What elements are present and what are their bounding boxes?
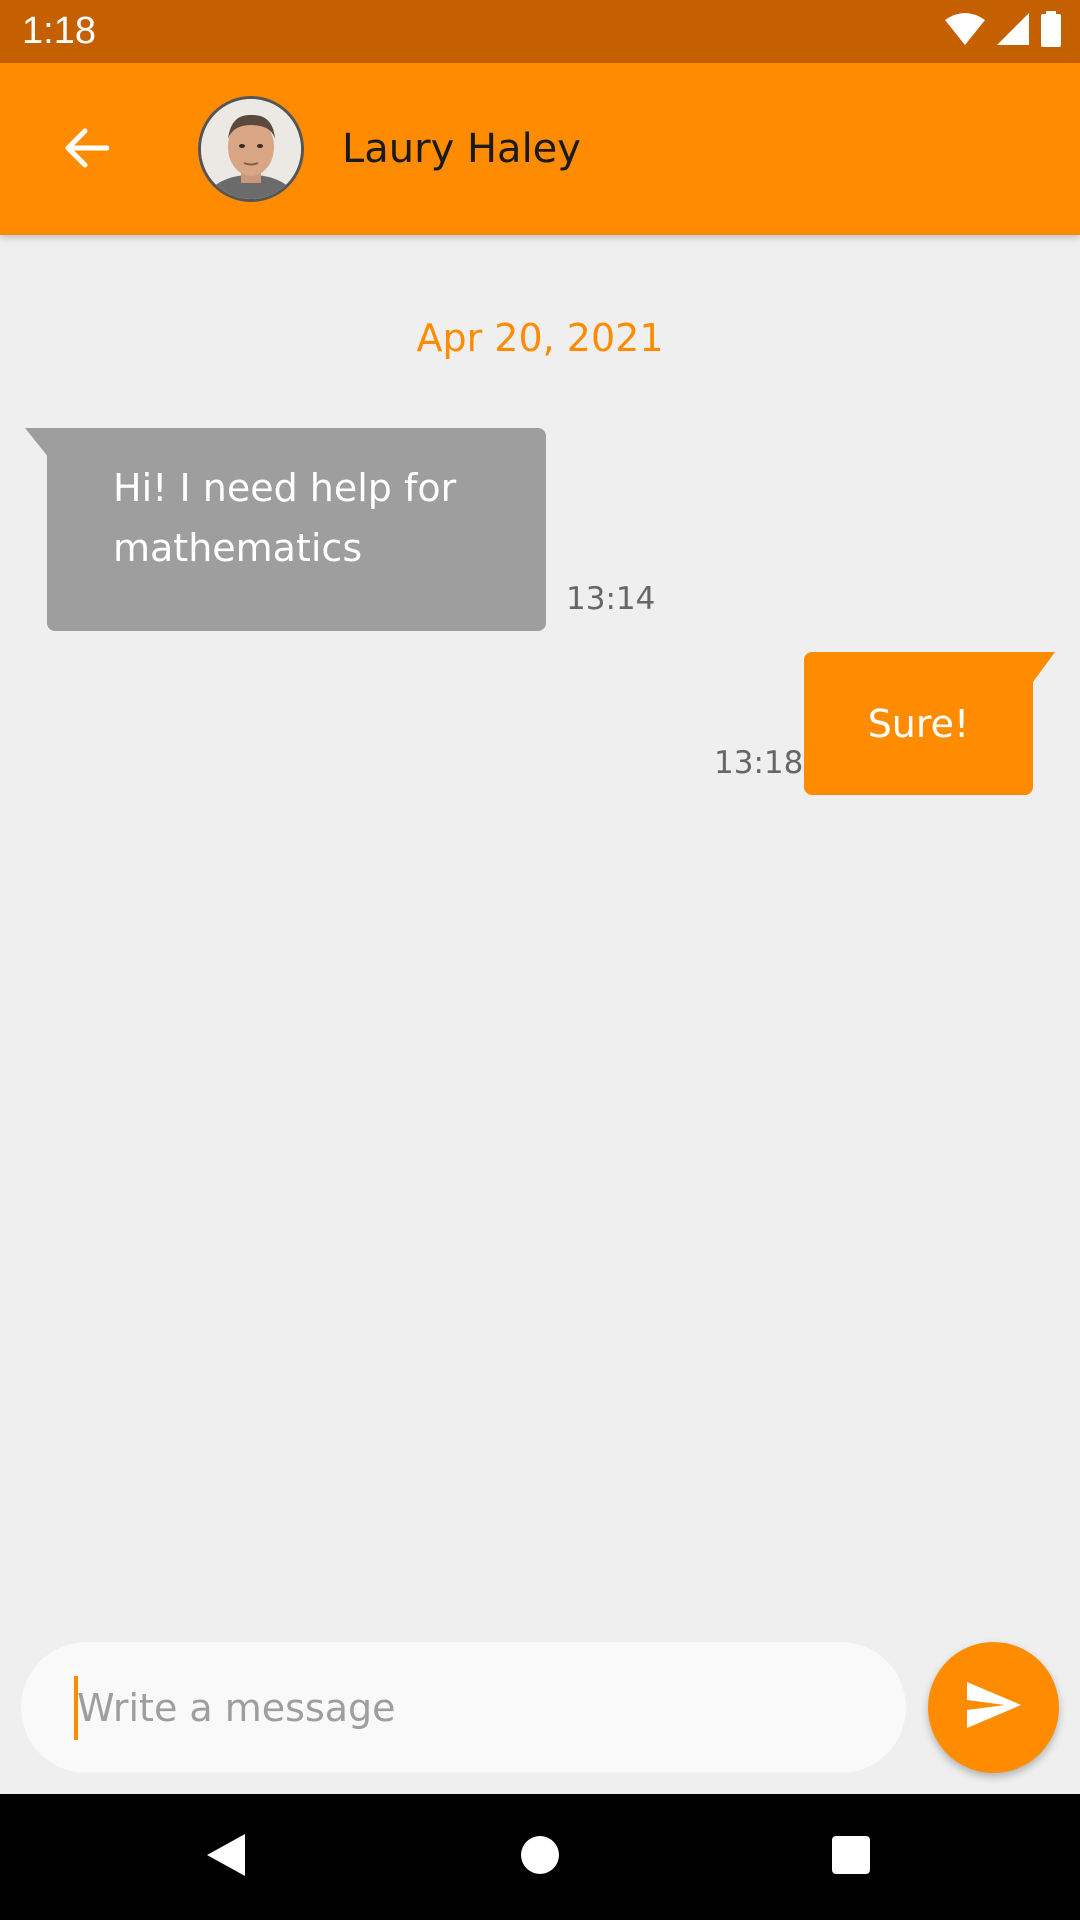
avatar[interactable] xyxy=(198,96,304,202)
signal-icon xyxy=(996,12,1030,51)
nav-back-button[interactable] xyxy=(190,1824,260,1890)
wifi-icon xyxy=(944,12,986,51)
incoming-message-text: Hi! I need help for mathematics xyxy=(113,466,457,570)
status-icons xyxy=(944,10,1062,51)
contact-name[interactable]: Laury Haley xyxy=(342,119,581,179)
send-button[interactable] xyxy=(928,1642,1059,1773)
back-button[interactable] xyxy=(46,115,126,185)
text-cursor xyxy=(74,1676,78,1740)
nav-recents-icon xyxy=(831,1835,871,1880)
battery-icon xyxy=(1040,10,1062,52)
status-bar: 1:18 xyxy=(0,0,1080,63)
outgoing-message-text: Sure! xyxy=(867,701,970,746)
incoming-bubble-tail xyxy=(25,428,49,458)
app-bar: Laury Haley xyxy=(0,63,1080,235)
incoming-message-bubble[interactable]: Hi! I need help for mathematics xyxy=(47,428,546,631)
chat-screen: 1:18 Laury Haley Apr 20, 2021 Hi! I need… xyxy=(0,0,1080,1920)
nav-home-button[interactable] xyxy=(505,1824,575,1890)
nav-home-icon xyxy=(519,1834,561,1881)
arrow-left-icon xyxy=(63,128,110,173)
outgoing-message-time: 13:18 xyxy=(714,745,804,781)
nav-recents-button[interactable] xyxy=(816,1824,886,1890)
nav-back-icon xyxy=(203,1832,247,1883)
message-input-container[interactable] xyxy=(21,1642,906,1773)
system-nav-bar xyxy=(0,1794,1080,1920)
outgoing-bubble-tail xyxy=(1033,652,1055,682)
avatar-image xyxy=(201,99,301,199)
message-input[interactable] xyxy=(73,1674,877,1742)
date-separator: Apr 20, 2021 xyxy=(416,316,664,360)
send-icon xyxy=(965,1680,1023,1735)
status-time: 1:18 xyxy=(22,10,96,52)
incoming-message-time: 13:14 xyxy=(566,581,656,617)
outgoing-message-bubble[interactable]: Sure! xyxy=(804,652,1033,795)
